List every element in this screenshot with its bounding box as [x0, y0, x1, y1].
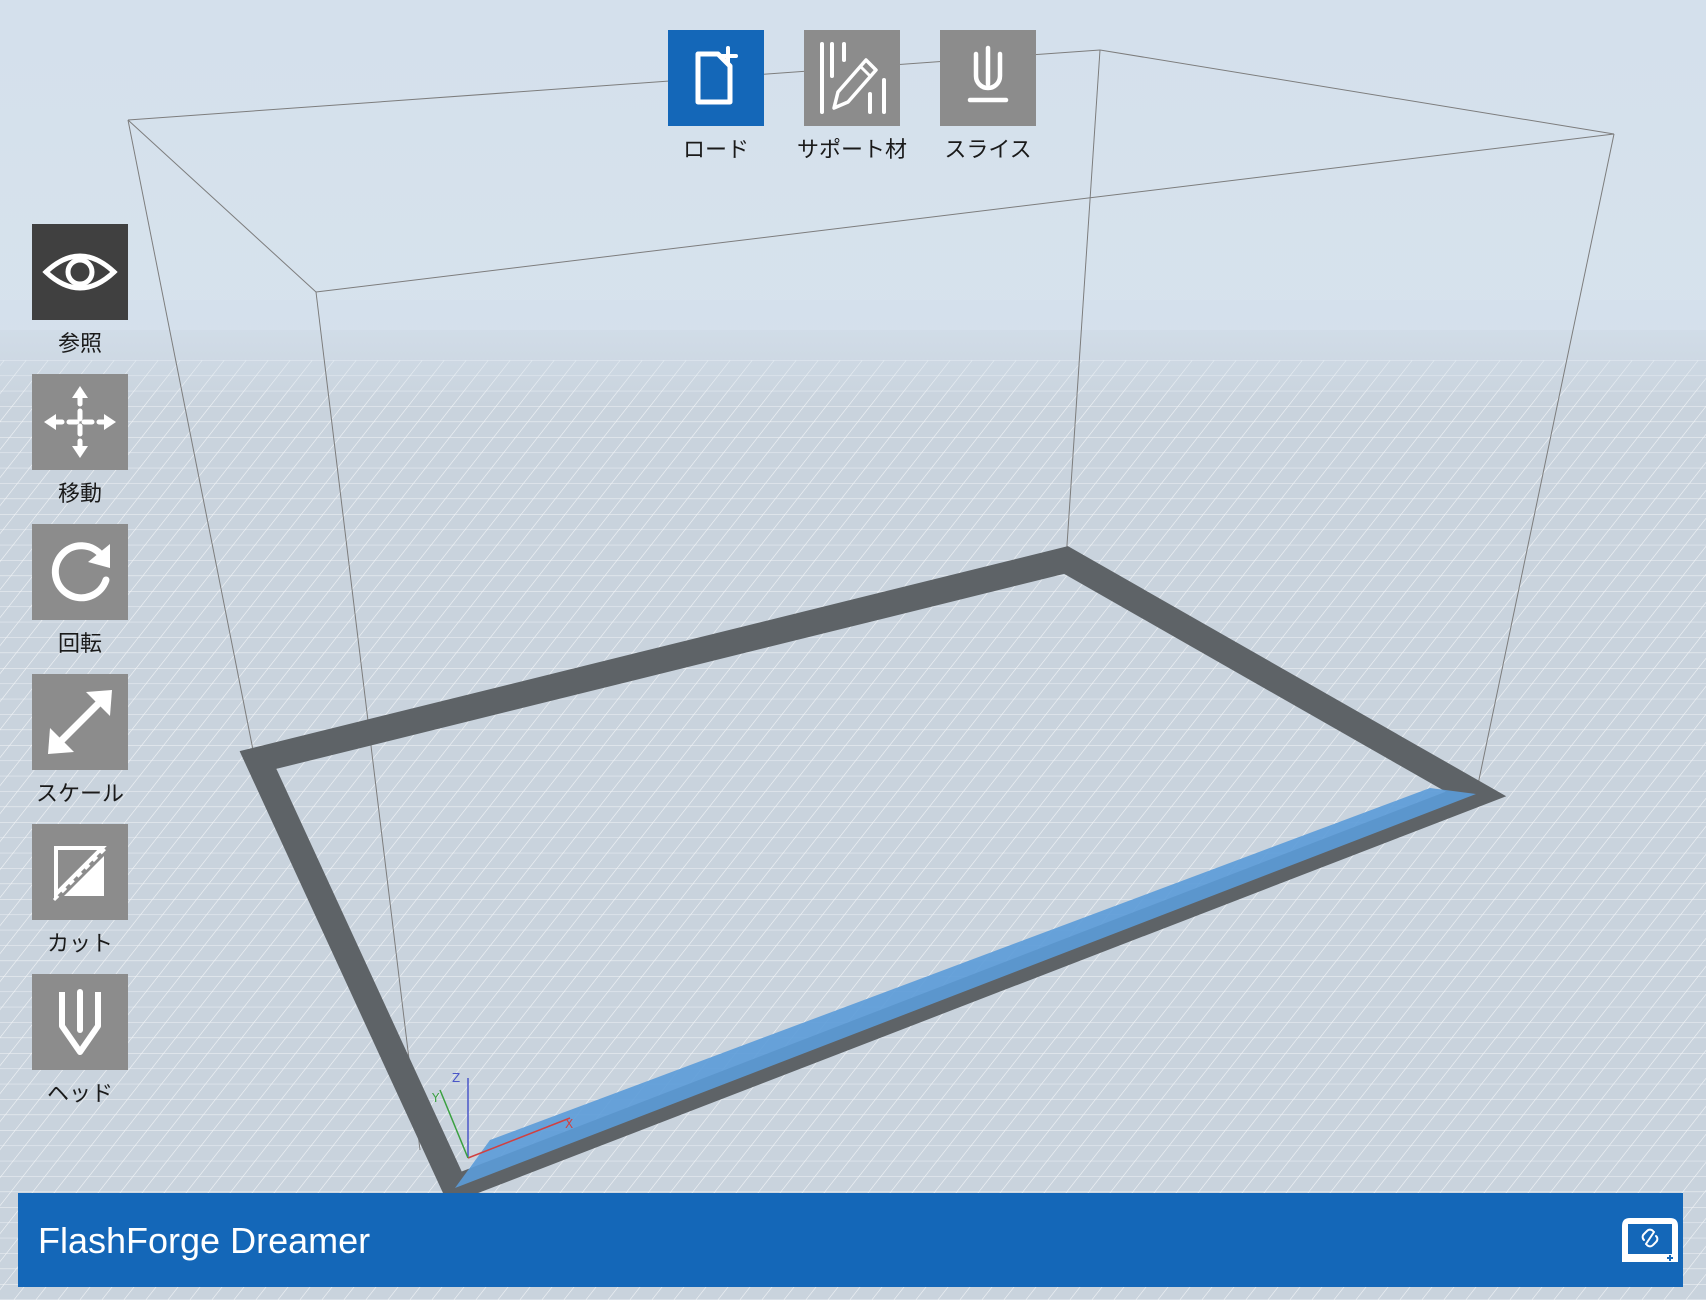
view-tool[interactable]: 参照	[20, 224, 140, 358]
head-tool[interactable]: ヘッド	[20, 974, 140, 1108]
support-button[interactable]	[804, 30, 900, 126]
head-label: ヘッド	[46, 1082, 113, 1107]
eye-icon	[42, 253, 118, 291]
rotate-button[interactable]	[32, 524, 128, 620]
cut-tool[interactable]: カット	[20, 824, 140, 958]
axis-x-label: X	[565, 1117, 573, 1131]
status-bar: FlashForge Dreamer	[18, 1193, 1683, 1287]
support-pencil-icon	[820, 42, 886, 114]
cut-label: カット	[46, 932, 113, 957]
move-button[interactable]	[32, 374, 128, 470]
move-arrows-icon	[44, 386, 116, 458]
move-tool[interactable]: 移動	[20, 374, 140, 508]
load-label: ロード	[682, 138, 749, 163]
rotate-label: 回転	[57, 632, 102, 657]
scale-label: スケール	[35, 782, 124, 807]
head-button[interactable]	[32, 974, 128, 1070]
app-window: Z X Y ロード サポート材 スライス 参照 移動 回転 スケール カット ヘ…	[0, 0, 1706, 1300]
load-tool[interactable]: ロード	[656, 30, 776, 164]
slice-button[interactable]	[940, 30, 1036, 126]
axis-y-label: Y	[431, 1091, 440, 1105]
cut-icon	[52, 844, 110, 902]
nozzle-icon	[59, 989, 101, 1055]
support-label: サポート材	[796, 138, 907, 163]
scale-arrow-icon	[48, 690, 112, 754]
slice-tool[interactable]: スライス	[928, 30, 1048, 164]
slice-label: スライス	[944, 138, 1032, 163]
support-tool[interactable]: サポート材	[792, 30, 912, 164]
slice-icon	[967, 45, 1009, 103]
file-add-icon	[695, 46, 738, 105]
axis-z-label: Z	[452, 1071, 460, 1085]
rotate-tool[interactable]: 回転	[20, 524, 140, 658]
view-label: 参照	[57, 332, 102, 357]
printer-connect-icon	[1622, 1218, 1678, 1262]
scale-tool[interactable]: スケール	[20, 674, 140, 808]
build-volume-viewport[interactable]: Z X Y	[0, 0, 1706, 1300]
printer-name: FlashForge Dreamer	[38, 1220, 371, 1261]
printer-connect-button[interactable]	[1618, 1214, 1682, 1266]
view-button[interactable]	[32, 224, 128, 320]
scale-button[interactable]	[32, 674, 128, 770]
cut-button[interactable]	[32, 824, 128, 920]
move-label: 移動	[57, 482, 102, 507]
load-button[interactable]	[668, 30, 764, 126]
rotate-icon	[51, 542, 110, 602]
